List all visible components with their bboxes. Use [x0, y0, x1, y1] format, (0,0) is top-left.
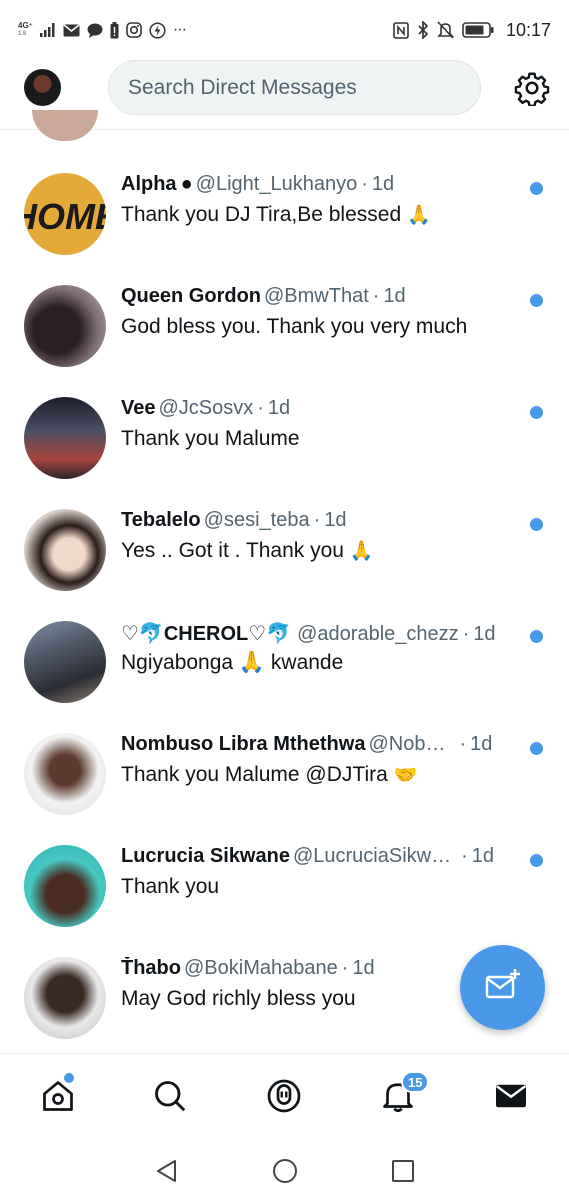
battery-alert-icon	[110, 21, 119, 39]
signal-icon	[39, 23, 56, 37]
message-preview: Thank you Malume	[121, 427, 300, 450]
home-circle-icon[interactable]	[270, 1156, 300, 1186]
messages-icon[interactable]	[491, 1076, 531, 1116]
message-preview: Thank you DJ Tira,Be blessed	[121, 203, 402, 226]
timestamp: 1d	[383, 285, 406, 307]
bluetooth-icon	[417, 21, 429, 39]
sender-handle: @BokiMahabane	[184, 957, 338, 979]
conversation-row[interactable]: Vee @JcSosvx · 1d Thank you Malume	[0, 387, 569, 499]
sender-name: Nombuso Libra Mthethwa	[121, 733, 366, 755]
bottom-nav: 15	[0, 1053, 569, 1143]
spaces-icon[interactable]	[264, 1076, 304, 1116]
sender-name: ♡🐬CHEROL♡🐬	[121, 623, 292, 645]
message-preview: Thank you Malume @DJTira	[121, 763, 388, 786]
avatar	[24, 621, 106, 703]
sender-name: Tebalelo	[121, 509, 201, 531]
conversation-row[interactable]: Tebalelo @sesi_teba · 1d Yes .. Got it .…	[0, 499, 569, 611]
instagram-icon	[126, 22, 142, 38]
sender-handle: @adorable_chezz	[297, 623, 459, 645]
message-preview: Thank you	[121, 875, 220, 898]
unread-indicator	[530, 630, 543, 643]
data-saver-icon	[149, 21, 166, 39]
back-icon[interactable]	[152, 1156, 182, 1186]
clock: 10:17	[505, 19, 551, 40]
sender-handle: @JcSosvx	[158, 397, 254, 419]
unread-indicator	[530, 742, 543, 755]
timestamp: 1d	[470, 733, 493, 755]
unread-indicator	[530, 518, 543, 531]
search-icon[interactable]	[150, 1076, 190, 1116]
timestamp: 1d	[324, 509, 347, 531]
sender-name: Alpha	[121, 173, 177, 195]
recents-icon[interactable]	[388, 1156, 418, 1186]
conversation-row[interactable]: Lucrucia Sikwane @LucruciaSikw… · 1d Tha…	[0, 835, 569, 947]
sender-handle: @sesi_teba	[203, 509, 310, 531]
conversation-row[interactable]: HOME Alpha ● @Light_Lukhanyo · 1d Thank …	[0, 163, 569, 275]
message-preview: God bless you. Thank you very much	[121, 315, 468, 338]
home-notification-dot	[64, 1073, 74, 1083]
status-dot: ●	[180, 173, 193, 195]
avatar	[24, 397, 106, 479]
sender-handle: @LucruciaSikw…	[292, 845, 452, 867]
notification-badge: 15	[401, 1071, 430, 1093]
message-preview: Ngiyabonga 🙏 kwande	[121, 651, 344, 674]
new-message-button[interactable]	[460, 945, 545, 1030]
system-nav	[0, 1143, 569, 1200]
unread-indicator	[530, 294, 543, 307]
avatar	[24, 957, 106, 1039]
sender-name: Vee	[121, 397, 156, 419]
sender-name: Lucrucia Sikwane	[121, 845, 290, 867]
sender-name: Ťhabo	[121, 957, 181, 979]
conversation-row[interactable]: Queen Gordon @BmwThat · 1d God bless you…	[0, 275, 569, 387]
network-indicator: 4G⁺ 1.6	[18, 21, 33, 38]
avatar	[24, 509, 106, 591]
message-preview: May God richly bless you	[121, 987, 356, 1010]
timestamp: 1d	[352, 957, 375, 979]
mail-icon	[63, 23, 80, 37]
message-preview: Yes .. Got it . Thank you	[121, 539, 344, 562]
conversation-row[interactable]: Nombuso Libra Mthethwa @Nob… · 1d Thank …	[0, 723, 569, 835]
timestamp: 1d	[371, 173, 395, 195]
gear-icon[interactable]	[514, 70, 550, 108]
profile-avatar[interactable]	[24, 69, 61, 106]
sender-handle: @Nob…	[368, 733, 446, 755]
sender-handle: @BmwThat	[264, 285, 369, 307]
search-bar[interactable]	[108, 60, 481, 115]
overflow-dots: ···	[172, 21, 187, 38]
emoji: 🙏	[406, 205, 431, 226]
emoji: 🤝	[393, 765, 418, 786]
status-bar: 4G⁺ 1.6 ··· 10:17	[0, 0, 569, 60]
avatar	[24, 285, 106, 367]
unread-indicator	[530, 182, 543, 195]
unread-indicator	[530, 854, 543, 867]
timestamp: 1d	[473, 623, 496, 645]
nfc-icon	[393, 21, 409, 39]
unread-indicator	[530, 406, 543, 419]
search-input[interactable]	[128, 75, 480, 100]
avatar	[24, 733, 106, 815]
new-message-icon	[485, 968, 521, 1007]
timestamp: 1d	[471, 845, 495, 867]
svg-text:HOME: HOME	[24, 196, 106, 237]
avatar: HOME	[24, 173, 106, 255]
battery-icon	[462, 22, 494, 38]
timestamp: 1d	[267, 397, 291, 419]
conversation-row[interactable]: ♡🐬CHEROL♡🐬 @adorable_chezz · 1d Ngiyabon…	[0, 611, 569, 723]
sender-handle: @Light_Lukhanyo	[195, 173, 358, 195]
partial-avatar	[32, 110, 98, 141]
sender-name: Queen Gordon	[121, 285, 261, 307]
avatar	[24, 845, 106, 927]
chat-icon	[87, 23, 103, 38]
mute-icon	[437, 21, 454, 39]
emoji: 🙏	[349, 541, 374, 562]
